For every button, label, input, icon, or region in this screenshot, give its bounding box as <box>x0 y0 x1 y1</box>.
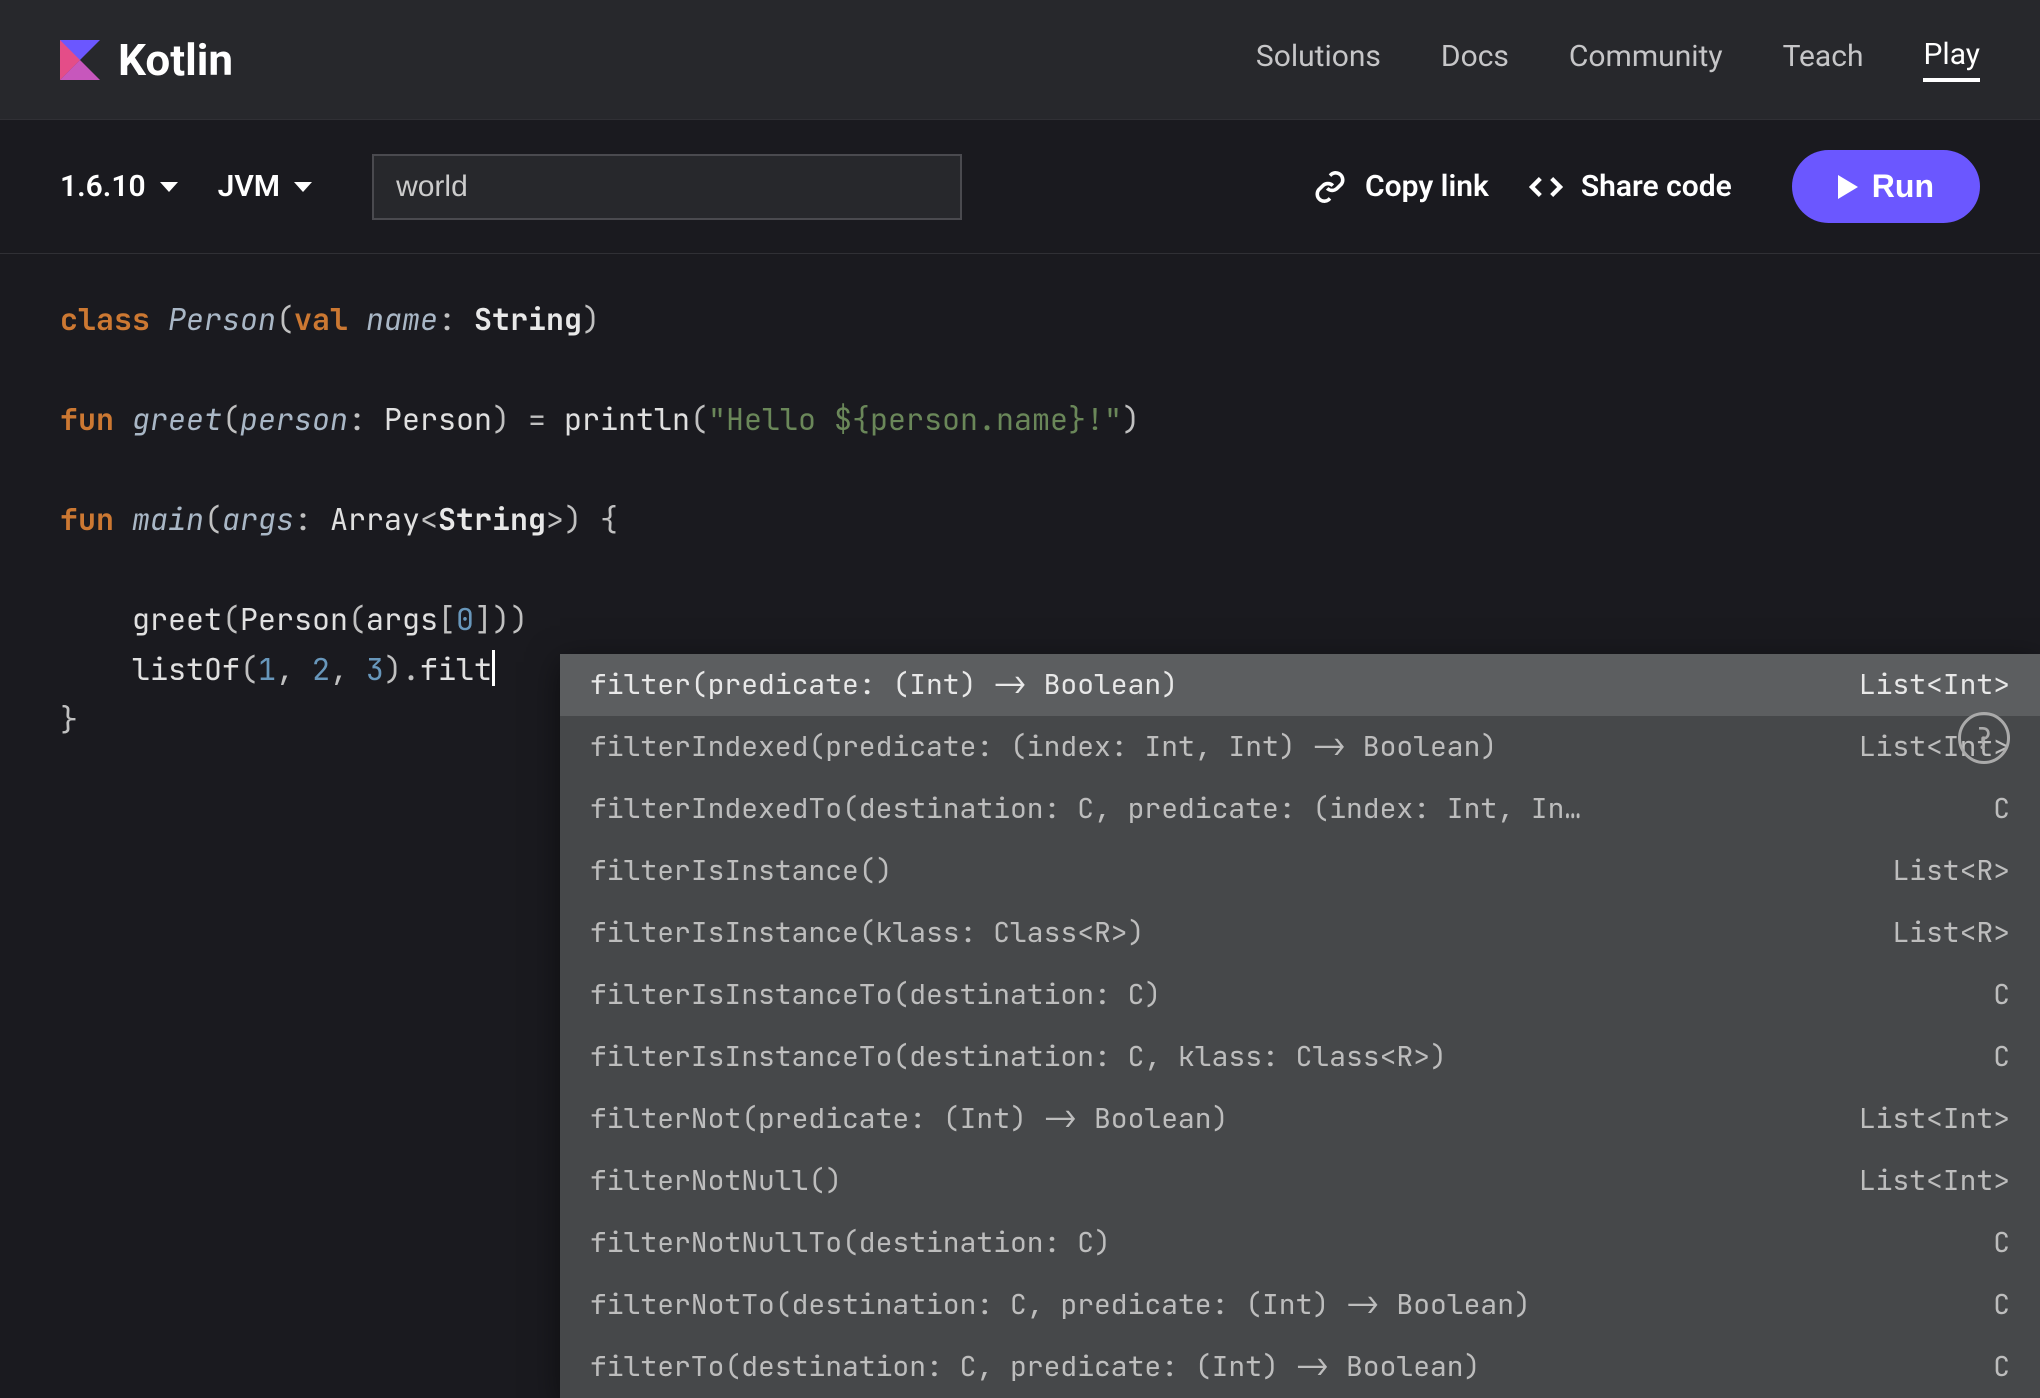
autocomplete-item[interactable]: filterIsInstanceTo(destination: C, klass… <box>560 1026 2040 1088</box>
nav-community[interactable]: Community <box>1569 39 1723 80</box>
autocomplete-return-type: C <box>1993 970 2010 1020</box>
share-code-label: Share code <box>1581 169 1732 204</box>
help-button[interactable]: ? <box>1958 712 2010 764</box>
autocomplete-return-type: List<R> <box>1892 908 2010 958</box>
play-icon <box>1838 175 1858 199</box>
autocomplete-signature: filterIsInstance(klass: Class<R>) <box>590 908 1144 958</box>
run-button[interactable]: Run <box>1792 150 1980 223</box>
program-args-input[interactable] <box>372 154 962 220</box>
autocomplete-return-type: C <box>1993 784 2010 834</box>
share-code-button[interactable]: Share code <box>1529 169 1732 204</box>
autocomplete-return-type: List<Int> <box>1859 1094 2010 1144</box>
autocomplete-signature: filterIsInstanceTo(destination: C) <box>590 970 1161 1020</box>
autocomplete-return-type: C <box>1993 1280 2010 1330</box>
autocomplete-popup: filter(predicate: (Int) -> Boolean) List<… <box>560 654 2040 1398</box>
autocomplete-signature: filter(predicate: (Int) -> Boolean) <box>590 660 1178 710</box>
autocomplete-item[interactable]: filterIndexed(predicate: (index: Int, In… <box>560 716 2040 778</box>
autocomplete-signature: filterIndexedTo(destination: C, predicat… <box>590 784 1581 834</box>
autocomplete-signature: filterIndexed(predicate: (index: Int, In… <box>590 722 1497 772</box>
header: Kotlin Solutions Docs Community Teach Pl… <box>0 0 2040 120</box>
autocomplete-item[interactable]: filterNot(predicate: (Int) -> Boolean) Li… <box>560 1088 2040 1150</box>
autocomplete-item[interactable]: filterIsInstance() List<R> <box>560 840 2040 902</box>
autocomplete-signature: filterIsInstanceTo(destination: C, klass… <box>590 1032 1447 1082</box>
toolbar: 1.6.10 JVM Copy link Share code Run <box>0 120 2040 254</box>
autocomplete-signature: filterNotNull() <box>590 1156 842 1206</box>
autocomplete-return-type: List<Int> <box>1859 1156 2010 1206</box>
brand-name: Kotlin <box>118 34 233 86</box>
target-value: JVM <box>218 169 280 204</box>
copy-link-button[interactable]: Copy link <box>1313 169 1489 204</box>
version-dropdown[interactable]: 1.6.10 <box>60 169 178 204</box>
kotlin-logo-icon <box>60 40 100 80</box>
autocomplete-return-type: List<R> <box>1892 846 2010 896</box>
autocomplete-signature: filterTo(destination: C, predicate: (Int… <box>590 1342 1480 1392</box>
autocomplete-signature: filterNot(predicate: (Int) -> Boolean) <box>590 1094 1228 1144</box>
link-icon <box>1313 170 1347 204</box>
logo[interactable]: Kotlin <box>60 34 233 86</box>
autocomplete-item[interactable]: filter(predicate: (Int) -> Boolean) List<… <box>560 654 2040 716</box>
code-editor[interactable]: class Person(val name: String) fun greet… <box>0 254 2040 784</box>
autocomplete-item[interactable]: filterIsInstance(klass: Class<R>) List<R> <box>560 902 2040 964</box>
nav-solutions[interactable]: Solutions <box>1256 39 1381 80</box>
autocomplete-item[interactable]: filterTo(destination: C, predicate: (Int… <box>560 1336 2040 1398</box>
autocomplete-item[interactable]: filterNotTo(destination: C, predicate: (… <box>560 1274 2040 1336</box>
code-icon <box>1529 170 1563 204</box>
copy-link-label: Copy link <box>1365 169 1489 204</box>
version-value: 1.6.10 <box>60 169 146 204</box>
nav-play[interactable]: Play <box>1923 37 1980 82</box>
autocomplete-item[interactable]: filterNotNull() List<Int> <box>560 1150 2040 1212</box>
autocomplete-return-type: List<Int> <box>1859 660 2010 710</box>
autocomplete-return-type: C <box>1993 1032 2010 1082</box>
autocomplete-item[interactable]: filterIndexedTo(destination: C, predicat… <box>560 778 2040 840</box>
autocomplete-signature: filterIsInstance() <box>590 846 892 896</box>
autocomplete-signature: filterNotTo(destination: C, predicate: (… <box>590 1280 1531 1330</box>
target-dropdown[interactable]: JVM <box>218 169 312 204</box>
autocomplete-item[interactable]: filterIsInstanceTo(destination: C) C <box>560 964 2040 1026</box>
autocomplete-item[interactable]: filterNotNullTo(destination: C) C <box>560 1212 2040 1274</box>
nav-docs[interactable]: Docs <box>1441 39 1509 80</box>
run-label: Run <box>1872 168 1934 205</box>
chevron-down-icon <box>160 182 178 192</box>
autocomplete-signature: filterNotNullTo(destination: C) <box>590 1218 1111 1268</box>
chevron-down-icon <box>294 182 312 192</box>
autocomplete-return-type: C <box>1993 1342 2010 1392</box>
autocomplete-return-type: C <box>1993 1218 2010 1268</box>
main-nav: Solutions Docs Community Teach Play <box>1256 37 1980 82</box>
text-cursor <box>492 650 495 686</box>
help-label: ? <box>1975 713 1993 763</box>
nav-teach[interactable]: Teach <box>1783 39 1864 80</box>
